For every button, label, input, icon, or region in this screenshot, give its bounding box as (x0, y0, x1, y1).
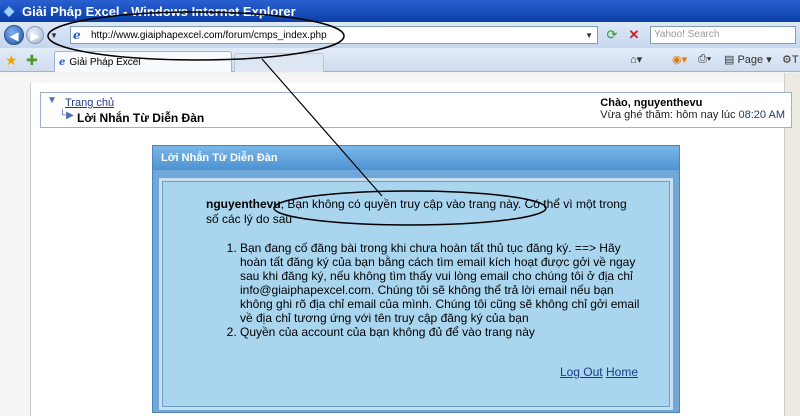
tab-giaiphapexcel[interactable]: e Giải Pháp Excel (54, 51, 232, 72)
back-button[interactable]: ◀ (4, 25, 24, 45)
forum-folder-icon: ▼ (47, 95, 57, 106)
page-ie-icon: e (73, 28, 81, 42)
page-menu-label: Page (737, 54, 764, 66)
search-input[interactable]: Yahoo! Search (650, 26, 796, 44)
window-title: Giải Pháp Excel - Windows Internet Explo… (22, 3, 296, 19)
window-titlebar: ◆ Giải Pháp Excel - Windows Internet Exp… (0, 0, 800, 22)
list-item: Bạn đang cố đăng bài trong khi chưa hoàn… (240, 241, 640, 325)
history-dropdown-icon[interactable]: ▼ (50, 31, 58, 40)
logout-link[interactable]: Log Out (560, 365, 603, 379)
home-link[interactable]: Home (606, 365, 638, 379)
navbar-box: ▼ Trang chủ └▶ Lời Nhắn Từ Diễn Đàn Chào… (40, 92, 792, 128)
welcome-greeting: Chào, nguyenthevu (600, 97, 703, 109)
address-input[interactable]: e http://www.giaiphapexcel.com/forum/cmp… (70, 26, 598, 44)
message-username: nguyenthevu (206, 197, 281, 211)
favorites-star-icon[interactable]: ★ (5, 52, 18, 69)
page-menu-icon: ▤ (724, 54, 735, 66)
no-permission-message: nguyenthevu, Bạn không có quyền truy cập… (206, 197, 636, 227)
panel-title: Lời Nhắn Từ Diễn Đàn (153, 146, 679, 170)
reason-list: Bạn đang cố đăng bài trong khi chưa hoàn… (220, 241, 640, 339)
current-page-icon: └▶ (59, 110, 74, 121)
feeds-icon[interactable]: ◉▾ (672, 53, 687, 66)
add-favorites-icon[interactable]: ✚ (26, 52, 38, 69)
ie-app-icon: ◆ (4, 3, 14, 18)
tools-gear-icon: ⚙ (782, 54, 792, 66)
last-visit-label: Vừa ghé thăm: hôm nay lúc (600, 109, 736, 121)
welcome-block: Chào, nguyenthevu Vừa ghé thăm: hôm nay … (600, 97, 785, 121)
page-menu[interactable]: ▤ Page ▾ (724, 53, 772, 66)
refresh-icon[interactable]: ⟳ (604, 27, 620, 43)
tab-toolbar: ★ ✚ e Giải Pháp Excel ⌂▾ ◉▾ ⎙▾ ▤ Page ▾ … (0, 48, 800, 72)
tab-ie-icon: e (59, 56, 66, 68)
print-icon[interactable]: ⎙▾ (698, 53, 711, 66)
stop-icon[interactable]: ✕ (626, 27, 642, 43)
tools-menu-label: T (791, 54, 799, 66)
tools-menu[interactable]: ⚙T (782, 53, 799, 66)
panel-links: Log Out Home (560, 365, 638, 379)
address-toolbar: ◀ ▶ ▼ e http://www.giaiphapexcel.com/for… (0, 22, 800, 48)
breadcrumb-home-link[interactable]: Trang chủ (65, 97, 114, 109)
last-visit: Vừa ghé thăm: hôm nay lúc 08:20 AM (600, 109, 785, 121)
address-url: http://www.giaiphapexcel.com/forum/cmps_… (91, 29, 327, 41)
breadcrumb-current: Lời Nhắn Từ Diễn Đàn (77, 111, 205, 125)
last-visit-time: 08:20 AM (738, 109, 785, 121)
new-tab-button[interactable] (234, 53, 324, 72)
panel-body: nguyenthevu, Bạn không có quyền truy cập… (159, 178, 673, 410)
tab-title: Giải Pháp Excel (69, 56, 141, 68)
forward-button[interactable]: ▶ (26, 26, 44, 44)
home-icon[interactable]: ⌂▾ (630, 53, 642, 66)
address-dropdown-icon[interactable]: ▼ (585, 31, 593, 40)
list-item: Quyền của account của bạn không đủ để và… (240, 325, 640, 339)
message-panel: Lời Nhắn Từ Diễn Đàn nguyenthevu, Bạn kh… (152, 145, 680, 413)
